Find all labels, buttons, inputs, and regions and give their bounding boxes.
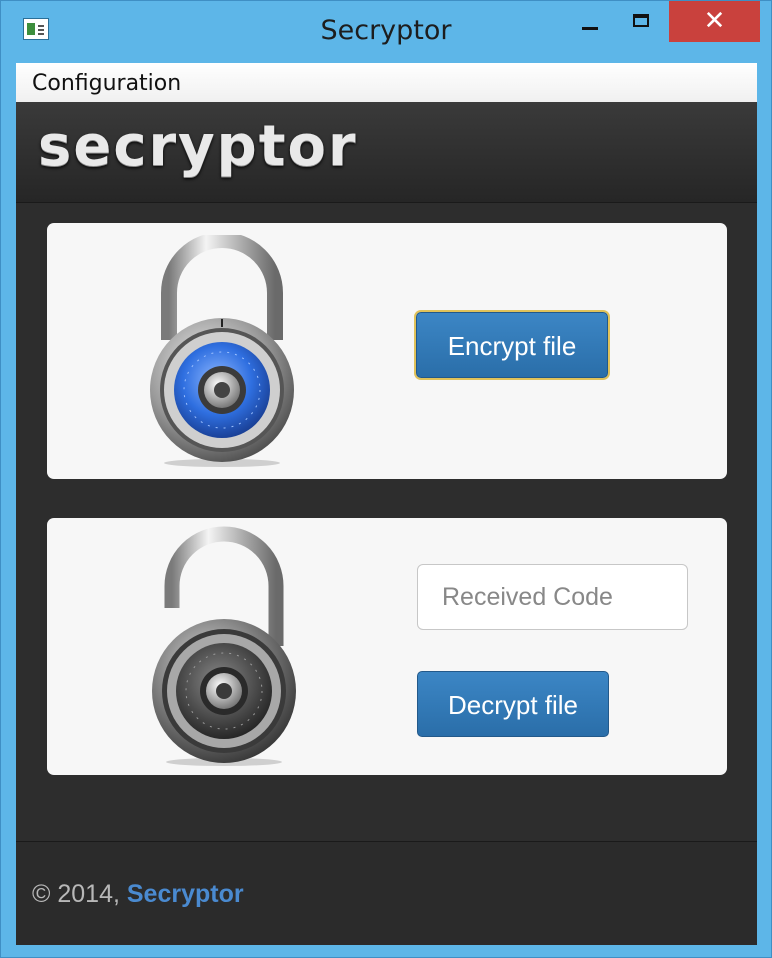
decrypt-panel: Decrypt file — [47, 518, 727, 775]
received-code-input[interactable] — [417, 564, 688, 630]
footer-brand-link[interactable]: Secryptor — [127, 880, 244, 908]
maximize-button[interactable] — [619, 1, 665, 43]
encrypt-file-button[interactable]: Encrypt file — [416, 312, 608, 378]
menu-bar: Configuration — [16, 63, 757, 103]
copyright-text: © 2014, — [32, 880, 127, 908]
close-button[interactable]: ✕ — [669, 1, 760, 42]
title-bar[interactable]: Secryptor ✕ — [1, 1, 771, 63]
main-content: secryptor Encrypt file Received Code Dec… — [16, 102, 757, 945]
minimize-button[interactable] — [567, 1, 613, 43]
closed-padlock-icon — [150, 235, 294, 467]
app-window: Secryptor ✕ Configuration secryptor Encr… — [0, 0, 772, 958]
menu-item-configuration[interactable]: Configuration — [32, 71, 181, 96]
open-padlock-icon — [152, 526, 296, 766]
app-header: secryptor — [16, 102, 757, 203]
secryptor-logo: secryptor — [38, 114, 358, 179]
decrypt-file-button[interactable]: Decrypt file — [417, 671, 609, 737]
encrypt-panel: Encrypt file — [47, 223, 727, 479]
footer-copyright: © 2014, Secryptor — [32, 880, 244, 909]
footer: © 2014, Secryptor — [16, 841, 757, 945]
